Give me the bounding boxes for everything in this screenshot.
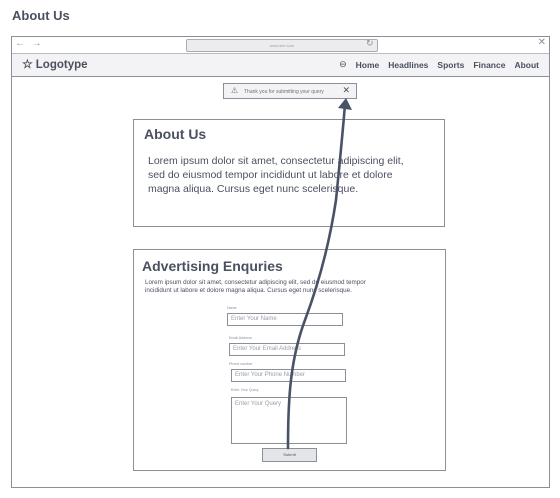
flow-arrow-line [286,102,347,450]
flow-arrow [286,98,352,450]
flow-arrow-head [338,98,352,110]
